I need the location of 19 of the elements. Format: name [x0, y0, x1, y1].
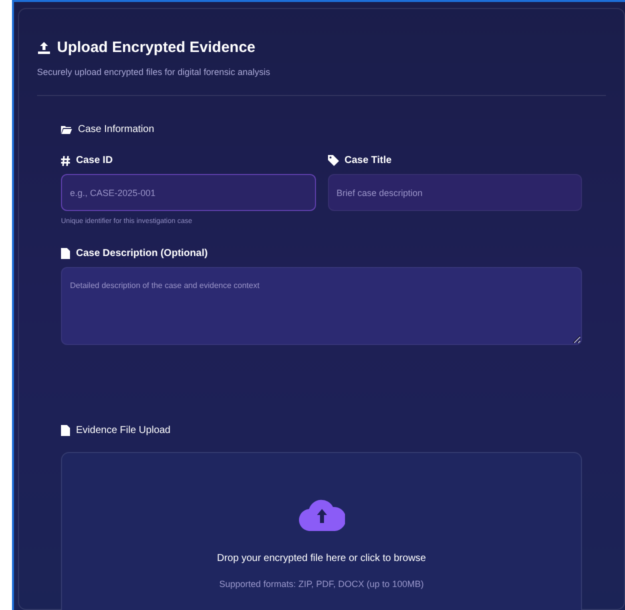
section-heading: Evidence File Upload — [76, 424, 170, 438]
document-icon — [61, 248, 70, 258]
page-subtitle: Securely upload encrypted files for digital forensic analysis — [37, 66, 272, 79]
case-description-field[interactable]: Detailed description of the case and evidence context — [61, 266, 582, 344]
upload-icon — [37, 41, 51, 56]
folder-icon — [61, 125, 72, 134]
field-label: Case Description (Optional) — [76, 246, 208, 260]
page-title: Upload Encrypted Evidence — [57, 38, 256, 58]
field-label: Case ID — [76, 154, 113, 168]
tag-icon — [328, 155, 338, 166]
case-id-field[interactable]: e.g., CASE-2025-001 — [61, 174, 316, 211]
section-heading: Case Information — [78, 123, 154, 137]
hash-icon — [61, 156, 70, 166]
supported-formats: Supported formats: ZIP, PDF, DOCX (up to 100MB) — [219, 578, 424, 591]
document-icon — [61, 424, 70, 436]
case-title-field[interactable]: Brief case description — [328, 174, 582, 211]
field-label: Case Title — [344, 154, 392, 168]
drop-instruction: Drop your encrypted file here or click to browse — [217, 552, 426, 566]
file-drop-zone[interactable]: Drop your encrypted file here or click to browse Supported formats: ZIP, PDF, DOCX (up to 100MB) — [61, 452, 582, 610]
